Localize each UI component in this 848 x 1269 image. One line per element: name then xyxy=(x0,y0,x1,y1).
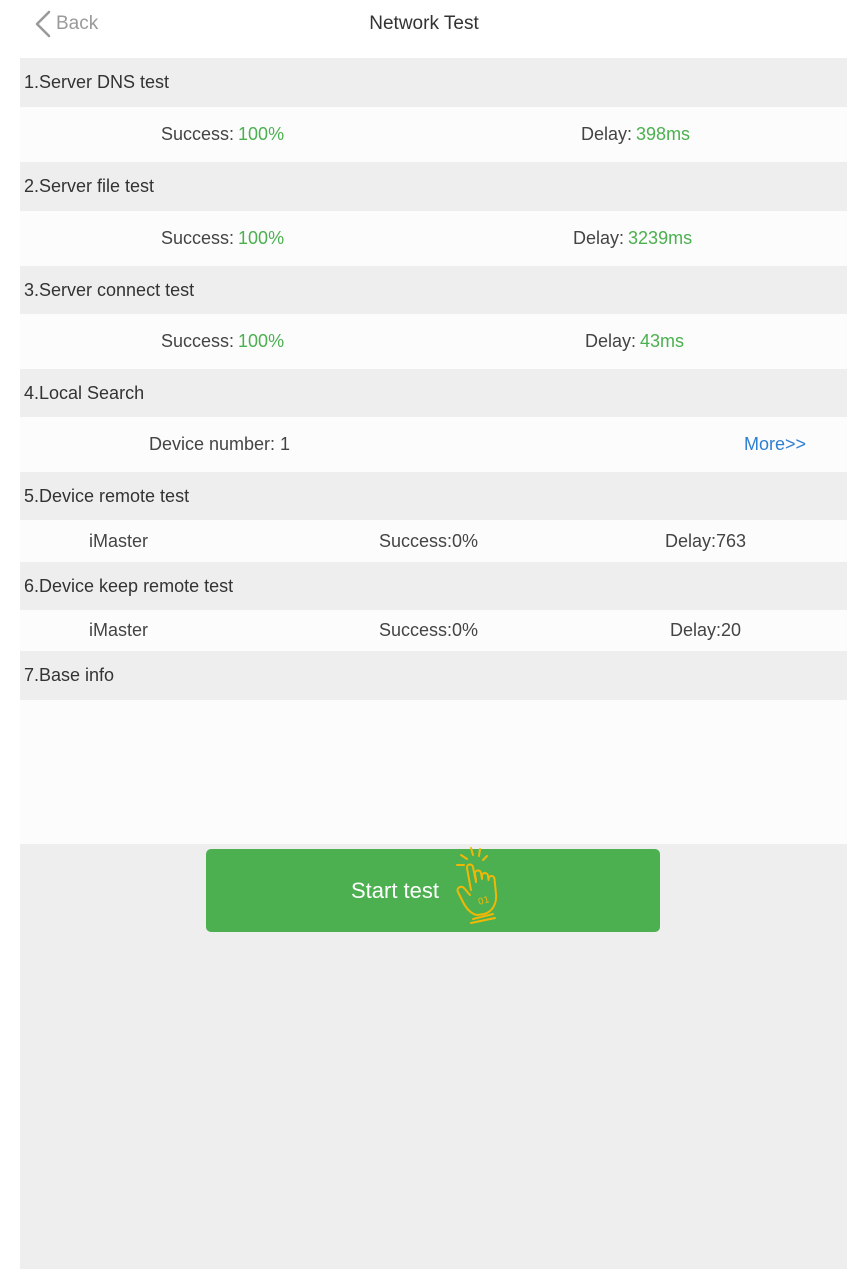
section-file-header: 2.Server file test xyxy=(20,162,847,211)
dns-delay-label: Delay: xyxy=(581,124,633,144)
main-content: 1.Server DNS test Success: 100% Delay: 3… xyxy=(20,58,847,1269)
more-link[interactable]: More>> xyxy=(744,417,806,472)
connect-success: Success: 100% xyxy=(161,314,284,369)
file-delay-value: 3239ms xyxy=(628,228,693,248)
remote-device: iMaster xyxy=(89,530,149,551)
base-info-content xyxy=(20,700,847,844)
section-file-row: Success: 100% Delay: 3239ms xyxy=(20,211,847,266)
section-local-row: Device number: 1 More>> xyxy=(20,417,847,472)
section-keep-remote-row: iMaster Success:0% Delay:20 xyxy=(20,610,847,651)
section-base-info-header: 7.Base info xyxy=(20,651,847,700)
dns-success: Success: 100% xyxy=(161,107,284,162)
section-connect-header: 3.Server connect test xyxy=(20,266,847,314)
start-test-label: Start test xyxy=(350,877,440,903)
section-connect-row: Success: 100% Delay: 43ms xyxy=(20,314,847,369)
section-dns-header: 1.Server DNS test xyxy=(20,58,847,107)
remote-success: Success:0% xyxy=(379,530,479,551)
tap-hand-icon: 01 xyxy=(456,846,498,924)
dns-success-value: 100% xyxy=(238,124,285,144)
file-success-label: Success: xyxy=(161,228,235,248)
section-remote-row: iMaster Success:0% Delay:763 xyxy=(20,520,847,562)
dns-success-label: Success: xyxy=(161,124,235,144)
start-test-button[interactable]: Start test 01 xyxy=(206,846,660,932)
file-success: Success: 100% xyxy=(161,211,284,266)
footer-area: Start test 01 xyxy=(20,844,847,1269)
keep-remote-delay: Delay:20 xyxy=(670,620,742,640)
page-title: Network Test xyxy=(369,13,479,34)
keep-remote-success: Success:0% xyxy=(379,620,479,640)
connect-success-label: Success: xyxy=(161,331,235,351)
dns-delay: Delay: 398ms xyxy=(581,107,690,162)
connect-delay: Delay: 43ms xyxy=(585,314,684,369)
svg-text:01: 01 xyxy=(477,895,491,908)
file-delay-label: Delay: xyxy=(573,228,625,248)
file-success-value: 100% xyxy=(238,228,285,248)
section-remote-header: 5.Device remote test xyxy=(20,472,847,520)
section-local-header: 4.Local Search xyxy=(20,369,847,417)
file-delay: Delay: 3239ms xyxy=(573,211,692,266)
connect-delay-value: 43ms xyxy=(640,331,685,351)
connect-success-value: 100% xyxy=(238,331,285,351)
header-bar: Back Network Test xyxy=(0,0,848,55)
dns-delay-value: 398ms xyxy=(636,124,691,144)
remote-delay: Delay:763 xyxy=(665,530,747,551)
connect-delay-label: Delay: xyxy=(585,331,637,351)
device-number: Device number: 1 xyxy=(149,434,291,454)
section-keep-remote-header: 6.Device keep remote test xyxy=(20,562,847,610)
keep-remote-device: iMaster xyxy=(89,620,149,640)
section-dns-row: Success: 100% Delay: 398ms xyxy=(20,107,847,162)
